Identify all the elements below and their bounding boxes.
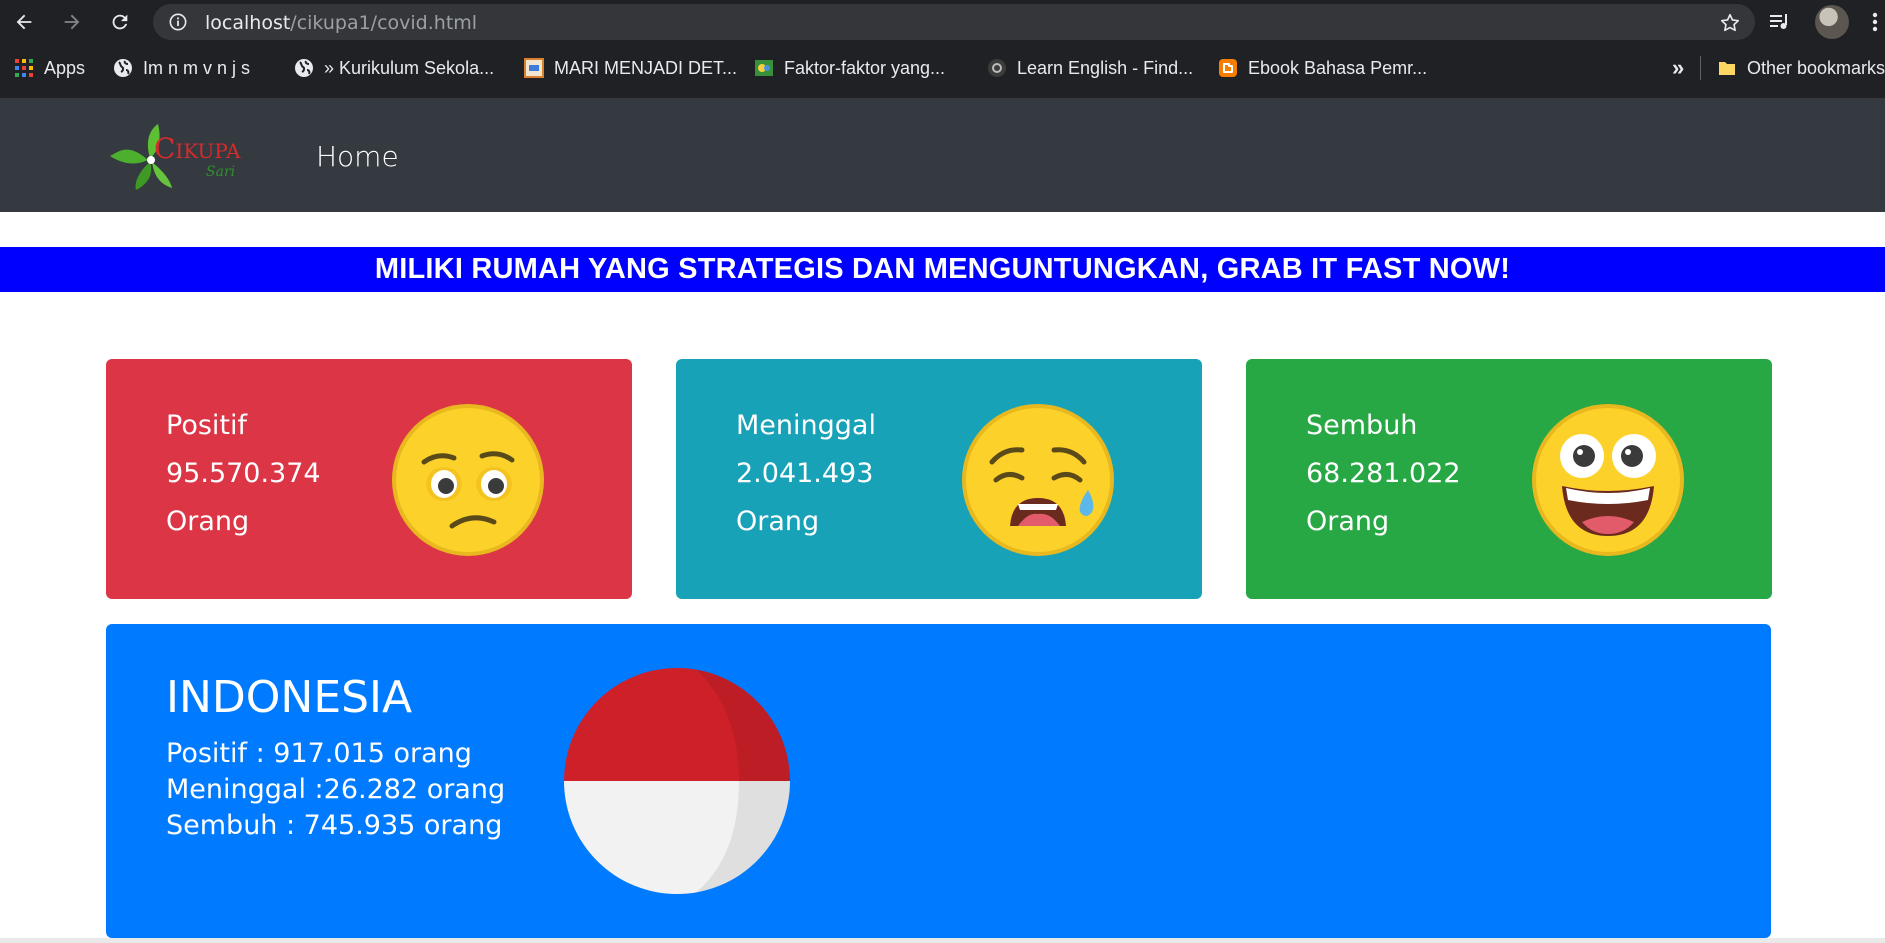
stat-label: Sembuh [1306, 410, 1418, 441]
reload-icon [112, 14, 128, 30]
bookmark-apps[interactable]: Apps [14, 56, 85, 80]
media-control-button[interactable] [1765, 8, 1793, 36]
site-favicon [987, 58, 1007, 78]
reload-button[interactable] [105, 7, 135, 37]
bookmark-item[interactable]: Faktor-faktor yang... [754, 56, 945, 80]
site-favicon [524, 58, 544, 78]
stat-card-sembuh: Sembuh 68.281.022 Orang [1246, 359, 1772, 599]
indonesia-card: INDONESIA Positif : 917.015 orang Mening… [106, 624, 1771, 938]
stat-label: Meninggal [736, 410, 876, 441]
address-bar[interactable]: localhost/cikupa1/covid.html [153, 4, 1755, 40]
blogger-icon [1218, 58, 1238, 78]
cikupa-logo-icon: Cikupa Sari [110, 124, 241, 190]
arrow-left-icon [16, 14, 32, 30]
url-path: /cikupa1/covid.html [290, 12, 478, 34]
stat-text: Positif 95.570.374 Orang [166, 402, 321, 546]
stat-text: Sembuh 68.281.022 Orang [1306, 402, 1461, 546]
overflow-chevron-icon: » [1672, 55, 1685, 80]
browser-menu-button[interactable] [1866, 8, 1884, 36]
bookmarks-overflow-button[interactable]: » [1672, 55, 1685, 80]
country-positif: Positif : 917.015 orang [166, 738, 472, 769]
worried-face-emoji-icon [392, 404, 544, 556]
bookmark-label: Ebook Bahasa Pemr... [1248, 57, 1428, 78]
bookmark-item[interactable]: MARI MENJADI DET... [524, 56, 737, 80]
apps-grid-icon [14, 58, 34, 78]
country-sembuh: Sembuh : 745.935 orang [166, 810, 503, 841]
svg-text:Sari: Sari [206, 164, 235, 180]
stat-label: Positif [166, 410, 247, 441]
bookmark-label: Learn English - Find... [1017, 57, 1194, 78]
stat-card-meninggal: Meninggal 2.041.493 Orang [676, 359, 1202, 599]
bookmark-item[interactable]: Im n m v n j s [113, 56, 250, 80]
other-bookmarks-folder[interactable]: Other bookmarks [1717, 56, 1885, 80]
globe-icon [113, 58, 133, 78]
browser-chrome: localhost/cikupa1/covid.html Apps Im n m… [0, 0, 1885, 98]
browser-toolbar: localhost/cikupa1/covid.html [0, 0, 1885, 43]
stat-card-positif: Positif 95.570.374 Orang [106, 359, 632, 599]
bookmarks-divider [1700, 56, 1701, 80]
bookmark-item[interactable]: » Kurikulum Sekola... [294, 56, 494, 80]
url-host: localhost [205, 12, 291, 34]
folder-icon [1717, 58, 1737, 78]
stat-value: 68.281.022 [1306, 458, 1461, 489]
country-meninggal: Meninggal :26.282 orang [166, 774, 506, 805]
site-navbar [0, 98, 1885, 212]
arrow-right-icon [64, 14, 80, 30]
grinning-face-emoji-icon [1532, 404, 1684, 556]
site-logo[interactable]: Cikupa Sari [108, 122, 258, 190]
page-bottom-edge [0, 938, 1885, 943]
indonesia-flag-icon [564, 668, 790, 894]
svg-text:Cikupa: Cikupa [154, 132, 241, 165]
profile-avatar[interactable] [1815, 5, 1849, 39]
bookmark-star-icon[interactable] [1719, 12, 1741, 34]
crying-face-emoji-icon [962, 404, 1114, 556]
playlist-icon [1770, 14, 1787, 29]
info-icon[interactable] [169, 13, 187, 31]
bookmark-label: Apps [44, 57, 86, 78]
bookmarks-bar: Apps Im n m v n j s » Kurikulum Sekola..… [0, 48, 1885, 88]
stat-value: 2.041.493 [736, 458, 874, 489]
stat-unit: Orang [1306, 506, 1390, 537]
stat-value: 95.570.374 [166, 458, 321, 489]
url-text[interactable]: localhost/cikupa1/covid.html [205, 12, 477, 34]
stat-text: Meninggal 2.041.493 Orang [736, 402, 876, 546]
marquee-text: MILIKI RUMAH YANG STRATEGIS DAN MENGUNTU… [374, 253, 1511, 285]
stat-unit: Orang [166, 506, 250, 537]
site-favicon [754, 58, 774, 78]
bookmark-label: MARI MENJADI DET... [554, 57, 738, 78]
nav-home-link[interactable]: Home [316, 140, 399, 173]
kebab-menu-icon [1872, 12, 1878, 32]
bookmark-item[interactable]: Ebook Bahasa Pemr... [1218, 56, 1427, 80]
other-bookmarks-label: Other bookmarks [1747, 57, 1885, 78]
forward-button[interactable] [57, 7, 87, 37]
promo-marquee: MILIKI RUMAH YANG STRATEGIS DAN MENGUNTU… [0, 247, 1885, 292]
country-title: INDONESIA [166, 672, 413, 723]
bookmark-item[interactable]: Learn English - Find... [987, 56, 1193, 80]
back-button[interactable] [9, 7, 39, 37]
bookmark-label: Im n m v n j s [143, 57, 251, 78]
bookmark-label: » Kurikulum Sekola... [324, 57, 495, 78]
globe-icon [294, 58, 314, 78]
bookmark-label: Faktor-faktor yang... [784, 57, 946, 78]
stat-unit: Orang [736, 506, 820, 537]
